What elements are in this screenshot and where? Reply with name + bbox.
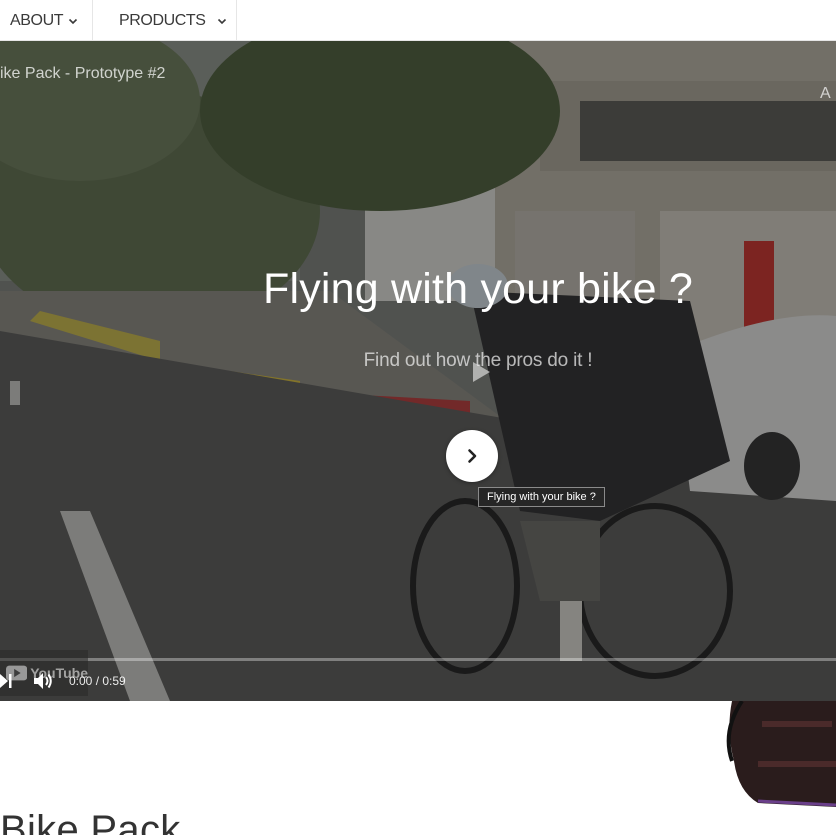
video-title[interactable]: ike Pack - Prototype #2 — [0, 65, 165, 83]
nav-about[interactable]: ABOUT — [10, 0, 79, 41]
top-navigation: ABOUT PRODUCTS — [0, 0, 836, 41]
hero-video[interactable]: ike Pack - Prototype #2 A Flying with yo… — [0, 41, 836, 701]
next-button[interactable] — [446, 430, 498, 482]
bike-pack-product-image — [726, 701, 836, 807]
chevron-down-icon — [69, 18, 78, 24]
chevron-right-icon — [468, 449, 477, 463]
hero-headline: Flying with your bike ? — [262, 265, 693, 313]
hero-subline: Find out how the pros do it ! — [363, 350, 593, 371]
nav-products-label: PRODUCTS — [119, 11, 206, 29]
play-icon[interactable] — [471, 361, 491, 383]
chevron-down-icon — [217, 18, 226, 24]
nav-about-label: ABOUT — [10, 11, 64, 29]
volume-icon[interactable] — [32, 670, 54, 692]
nav-divider — [236, 0, 237, 41]
section-title: Bike Pack — [0, 808, 181, 835]
skip-next-icon[interactable] — [0, 671, 14, 691]
video-title-truncated: A — [820, 85, 831, 102]
time-display: 0:00 / 0:59 — [69, 674, 126, 688]
video-progress-bar[interactable] — [0, 658, 836, 661]
nav-products[interactable]: PRODUCTS — [119, 0, 228, 41]
cta-tooltip: Flying with your bike ? — [478, 487, 605, 507]
nav-divider — [92, 0, 93, 41]
